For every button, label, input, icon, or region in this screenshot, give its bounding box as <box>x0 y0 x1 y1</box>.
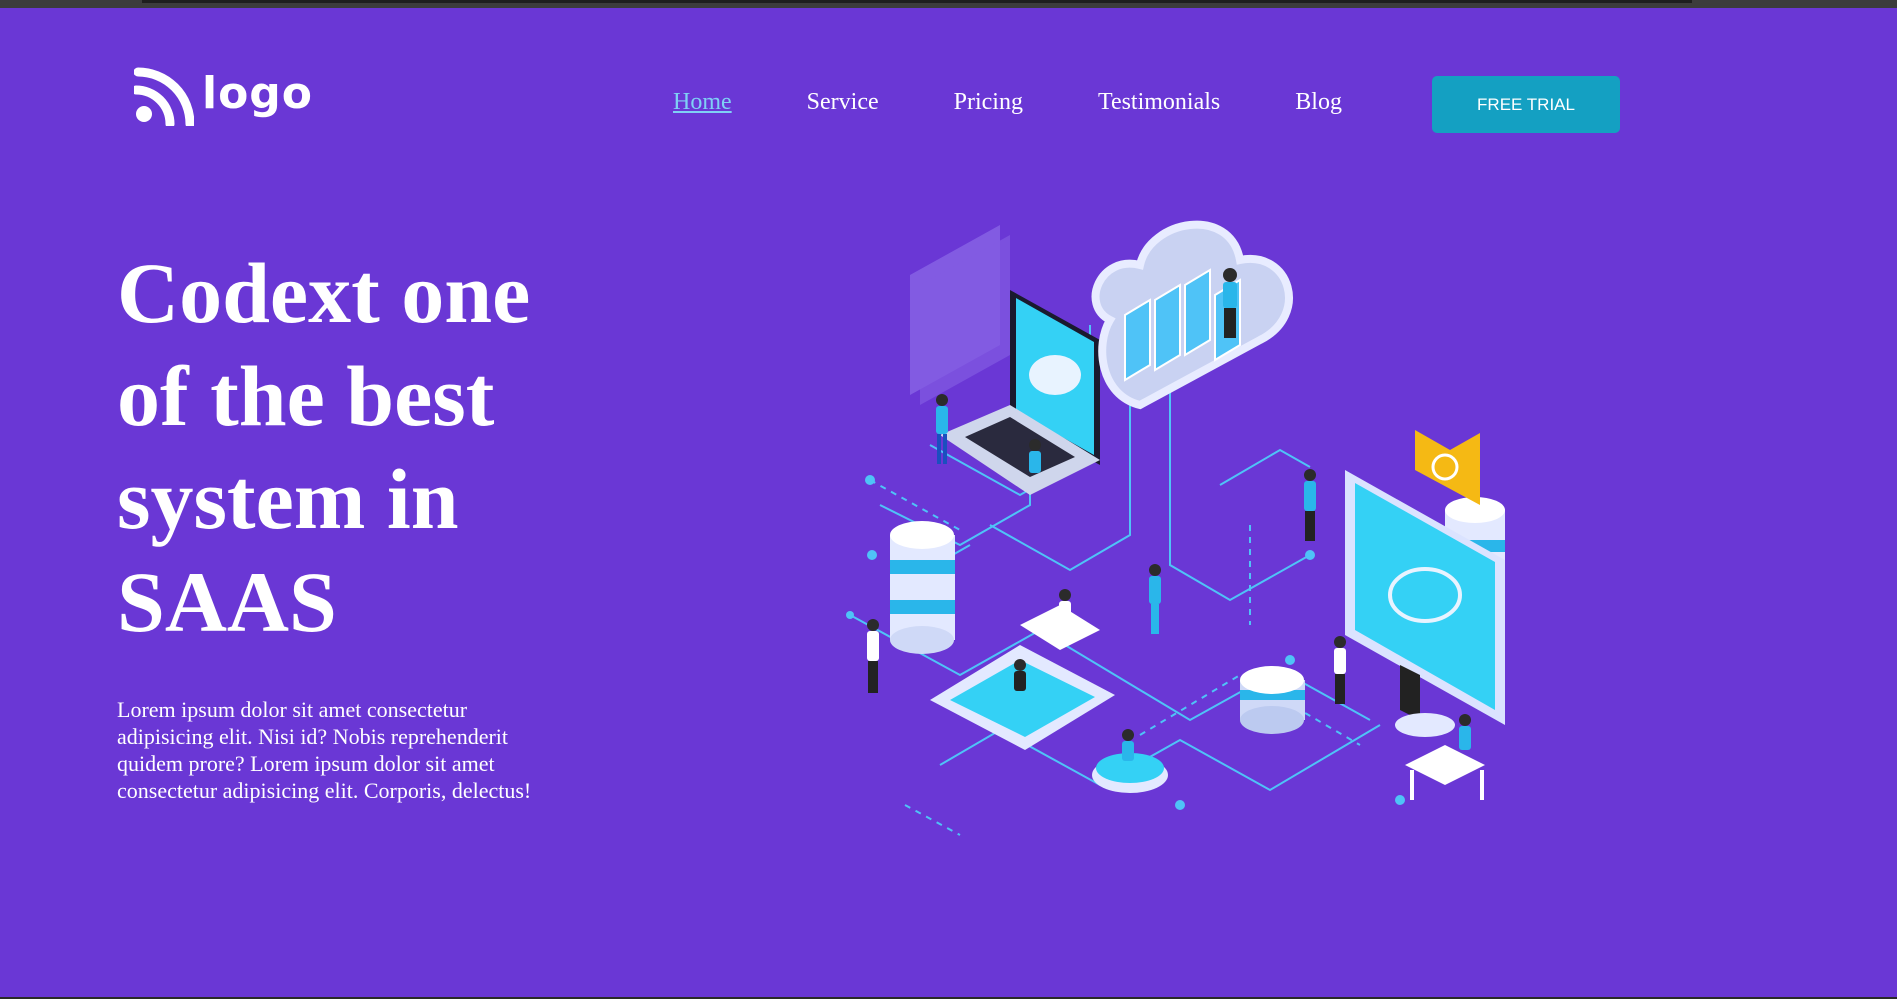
browser-top-edge <box>0 0 1897 8</box>
nav-testimonials[interactable]: Testimonials <box>1098 89 1220 116</box>
logo-text: logo <box>202 67 314 119</box>
free-trial-button[interactable]: FREE TRIAL <box>1432 76 1620 133</box>
document-panels <box>910 225 1010 405</box>
nav-pricing[interactable]: Pricing <box>954 89 1023 116</box>
cloud-storage <box>1091 220 1293 410</box>
nav-blog[interactable]: Blog <box>1295 89 1342 116</box>
nav-service[interactable]: Service <box>807 89 879 116</box>
logo-link[interactable]: logo <box>134 66 313 126</box>
hero-description: Lorem ipsum dolor sit amet consectetur a… <box>117 697 532 803</box>
browser-tab-strip <box>142 0 1692 3</box>
hero-title: Codext one of the best system in SAAS <box>117 245 531 650</box>
wifi-signal-icon <box>134 67 194 126</box>
desk <box>1405 745 1485 800</box>
isometric-cloud-network-illustration <box>846 220 1505 836</box>
folder <box>1415 430 1480 505</box>
nav-home[interactable]: Home <box>673 89 732 116</box>
main-nav: Home Service Pricing Testimonials Blog <box>673 80 1417 124</box>
